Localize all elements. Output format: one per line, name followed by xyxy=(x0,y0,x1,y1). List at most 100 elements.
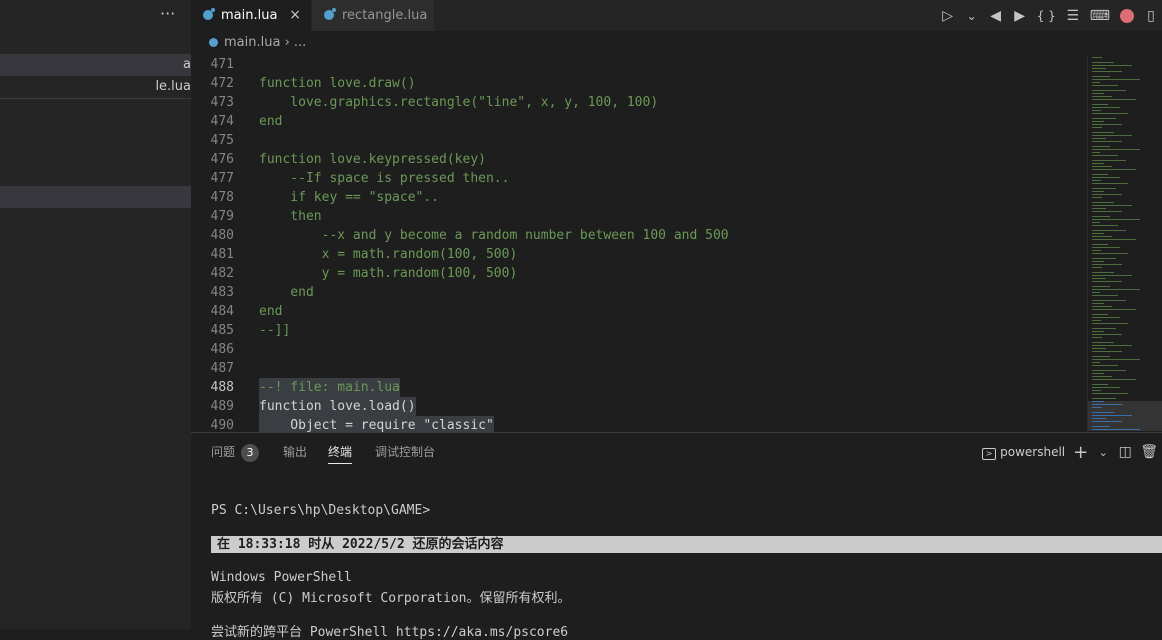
minimap-line xyxy=(1092,376,1112,377)
minimap-line xyxy=(1092,253,1128,254)
next-change-icon[interactable]: ▶ xyxy=(1013,8,1027,24)
braces-icon[interactable]: { } xyxy=(1037,8,1056,24)
minimap-line xyxy=(1092,191,1104,192)
minimap-line xyxy=(1092,208,1106,209)
run-icon[interactable]: ▷ xyxy=(941,8,955,24)
terminal-selector[interactable]: > powershell xyxy=(982,445,1065,460)
code-text: end xyxy=(259,114,283,129)
breadcrumb-file[interactable]: main.lua xyxy=(224,35,280,50)
minimap-line xyxy=(1092,107,1120,108)
more-actions-icon[interactable]: ··· xyxy=(160,4,175,23)
tab-label: main.lua xyxy=(221,8,278,23)
code-editor[interactable]: 471 472 function love.draw() 473 love.graph… xyxy=(191,55,1087,432)
minimap-line xyxy=(1092,180,1101,181)
minimap-line xyxy=(1092,225,1118,226)
code-line[interactable]: 482 y = math.random(100, 500) xyxy=(191,264,1087,283)
minimap-line xyxy=(1092,314,1108,315)
code-line[interactable]: 474 end xyxy=(191,112,1087,131)
shell-label: powershell xyxy=(1000,444,1066,459)
run-menu-chevron-icon[interactable]: ⌄ xyxy=(965,8,979,24)
minimap-line xyxy=(1092,155,1118,156)
tab-rectangle-lua[interactable]: rectangle.lua xyxy=(312,0,434,31)
tab-problems[interactable]: 问题 3 xyxy=(211,441,260,463)
code-line[interactable]: 477 --If space is pressed then.. xyxy=(191,169,1087,188)
tab-terminal[interactable]: 终端 xyxy=(328,441,353,464)
minimap-line xyxy=(1092,404,1122,405)
sidebar-hover-row[interactable] xyxy=(0,186,191,208)
tab-label: 问题 xyxy=(211,445,236,459)
code-line[interactable]: 478 if key == "space".. xyxy=(191,188,1087,207)
terminal-icon[interactable]: ⌨ xyxy=(1090,8,1110,24)
code-line[interactable]: 485 --]] xyxy=(191,321,1087,340)
minimap-line xyxy=(1092,272,1114,273)
code-text: x = math.random(100, 500) xyxy=(259,247,518,262)
minimap-line xyxy=(1092,197,1102,198)
breadcrumb-rest[interactable]: ... xyxy=(294,35,306,50)
minimap-line xyxy=(1092,300,1126,301)
minimap-line xyxy=(1092,163,1104,164)
code-line[interactable]: 489 function love.load() xyxy=(191,397,1087,416)
terminal-menu-chevron-icon[interactable]: ⌄ xyxy=(1096,446,1110,459)
tab-output[interactable]: 输出 xyxy=(283,441,307,463)
trash-icon[interactable]: 🗑 xyxy=(1140,444,1158,460)
minimap-line xyxy=(1092,429,1140,430)
minimap-line xyxy=(1092,222,1100,223)
previous-change-icon[interactable]: ◀ xyxy=(989,8,1003,24)
line-number: 480 xyxy=(210,228,234,243)
minimap-line xyxy=(1092,331,1104,332)
code-line[interactable]: 472 function love.draw() xyxy=(191,74,1087,93)
line-number: 486 xyxy=(210,342,234,357)
split-terminal-icon[interactable]: ◫ xyxy=(1118,444,1132,460)
minimap-line xyxy=(1092,258,1116,259)
close-tab-icon[interactable]: × xyxy=(289,0,301,31)
split-editor-icon[interactable]: ▯ xyxy=(1144,8,1158,24)
code-text: function love.keypressed(key) xyxy=(259,152,486,167)
minimap-line xyxy=(1092,169,1136,170)
new-terminal-icon[interactable]: + xyxy=(1073,442,1088,463)
tab-main-lua[interactable]: main.lua × xyxy=(191,0,311,31)
code-line[interactable]: 484 end xyxy=(191,302,1087,321)
editor-tab-bar: main.lua × rectangle.lua ▷ ⌄ ◀ ▶ { } ☰ ⌨… xyxy=(191,0,1162,31)
code-line[interactable]: 483 end xyxy=(191,283,1087,302)
outline-list-icon[interactable]: ☰ xyxy=(1066,8,1080,24)
minimap-line xyxy=(1092,390,1101,391)
minimap-line xyxy=(1092,250,1101,251)
code-line[interactable]: 480 --x and y become a random number bet… xyxy=(191,226,1087,245)
code-line[interactable]: 475 xyxy=(191,131,1087,150)
minimap-line xyxy=(1092,401,1104,402)
minimap[interactable] xyxy=(1087,55,1162,432)
code-line[interactable]: 490 Object = require "classic" xyxy=(191,416,1087,432)
code-line[interactable]: 471 xyxy=(191,55,1087,74)
minimap-line xyxy=(1092,194,1122,195)
problem-count-badge: 3 xyxy=(241,444,260,462)
code-line[interactable]: 481 x = math.random(100, 500) xyxy=(191,245,1087,264)
minimap-line xyxy=(1092,418,1106,419)
minimap-line xyxy=(1092,306,1112,307)
minimap-line xyxy=(1092,295,1118,296)
minimap-line xyxy=(1092,233,1104,234)
line-number: 476 xyxy=(210,152,234,167)
tab-debug-console[interactable]: 调试控制台 xyxy=(375,441,435,463)
code-line[interactable]: 473 love.graphics.rectangle("line", x, y… xyxy=(191,93,1087,112)
code-line[interactable]: 476 function love.keypressed(key) xyxy=(191,150,1087,169)
code-line[interactable]: 479 then xyxy=(191,207,1087,226)
minimap-line xyxy=(1092,309,1136,310)
code-line[interactable]: 487 xyxy=(191,359,1087,378)
code-line[interactable]: 486 xyxy=(191,340,1087,359)
extension-icon[interactable] xyxy=(1120,8,1134,23)
code-text: end xyxy=(259,285,314,300)
explorer-file-item[interactable]: a xyxy=(0,54,191,76)
code-text: --]] xyxy=(259,323,291,338)
line-number: 477 xyxy=(210,171,234,186)
minimap-line xyxy=(1092,303,1104,304)
minimap-line xyxy=(1092,247,1120,248)
code-line[interactable]: 488 --! file: main.lua xyxy=(191,378,1087,397)
line-number: 478 xyxy=(210,190,234,205)
minimap-line xyxy=(1092,146,1110,147)
minimap-line xyxy=(1092,398,1116,399)
explorer-file-item[interactable]: le.lua xyxy=(0,76,191,98)
line-number: 479 xyxy=(210,209,234,224)
minimap-line xyxy=(1092,323,1128,324)
line-number: 488 xyxy=(210,380,234,395)
minimap-slider[interactable] xyxy=(1088,401,1162,431)
